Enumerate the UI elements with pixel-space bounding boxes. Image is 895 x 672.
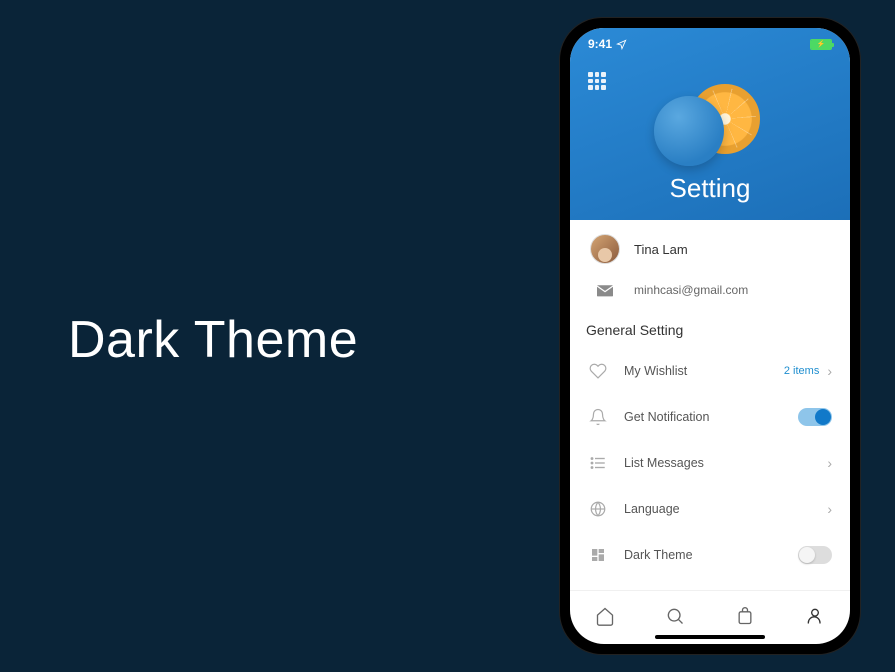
location-arrow-icon	[616, 39, 627, 50]
page-headline: Dark Theme	[68, 310, 358, 370]
messages-row[interactable]: List Messages ›	[570, 440, 850, 486]
tab-search[interactable]	[655, 596, 695, 636]
page-title: Setting	[570, 173, 850, 204]
wishlist-label: My Wishlist	[624, 364, 768, 378]
language-row[interactable]: Language ›	[570, 486, 850, 532]
heart-icon	[589, 362, 607, 380]
home-indicator[interactable]	[655, 635, 765, 639]
search-icon	[665, 606, 685, 626]
status-bar: 9:41 ⚡	[570, 28, 850, 56]
tab-home[interactable]	[585, 596, 625, 636]
tab-bag[interactable]	[725, 596, 765, 636]
user-icon	[805, 606, 825, 626]
battery-icon: ⚡	[810, 39, 832, 50]
dashboard-icon	[590, 547, 606, 563]
wishlist-count: 2 items	[784, 365, 819, 377]
profile-name: Tina Lam	[634, 242, 688, 257]
apps-grid-icon[interactable]	[588, 72, 606, 90]
chevron-right-icon: ›	[827, 363, 832, 379]
section-title: General Setting	[570, 316, 850, 348]
avatar	[590, 234, 620, 264]
list-icon	[589, 454, 607, 472]
hero-illustration	[640, 76, 780, 156]
globe-icon	[589, 500, 607, 518]
email-row[interactable]: minhcasi@gmail.com	[570, 272, 850, 316]
home-icon	[595, 606, 615, 626]
phone-screen: 9:41 ⚡ Setting Tina L	[570, 28, 850, 644]
mail-icon	[595, 282, 615, 298]
darktheme-label: Dark Theme	[624, 548, 782, 562]
status-time: 9:41	[588, 37, 612, 51]
notification-toggle[interactable]	[798, 408, 832, 426]
chevron-right-icon: ›	[827, 501, 832, 517]
phone-frame: 9:41 ⚡ Setting Tina L	[560, 18, 860, 654]
profile-row[interactable]: Tina Lam	[570, 220, 850, 272]
shopping-bag-icon	[735, 606, 755, 626]
language-label: Language	[624, 502, 811, 516]
darktheme-toggle[interactable]	[798, 546, 832, 564]
profile-email: minhcasi@gmail.com	[634, 283, 748, 297]
settings-content: Tina Lam minhcasi@gmail.com General Sett…	[570, 220, 850, 590]
bell-icon	[589, 408, 607, 426]
chevron-right-icon: ›	[827, 455, 832, 471]
darktheme-row[interactable]: Dark Theme	[570, 532, 850, 578]
tab-profile[interactable]	[795, 596, 835, 636]
notification-label: Get Notification	[624, 410, 782, 424]
wishlist-row[interactable]: My Wishlist 2 items ›	[570, 348, 850, 394]
notification-row[interactable]: Get Notification	[570, 394, 850, 440]
hero-header: 9:41 ⚡ Setting	[570, 28, 850, 220]
messages-label: List Messages	[624, 456, 811, 470]
